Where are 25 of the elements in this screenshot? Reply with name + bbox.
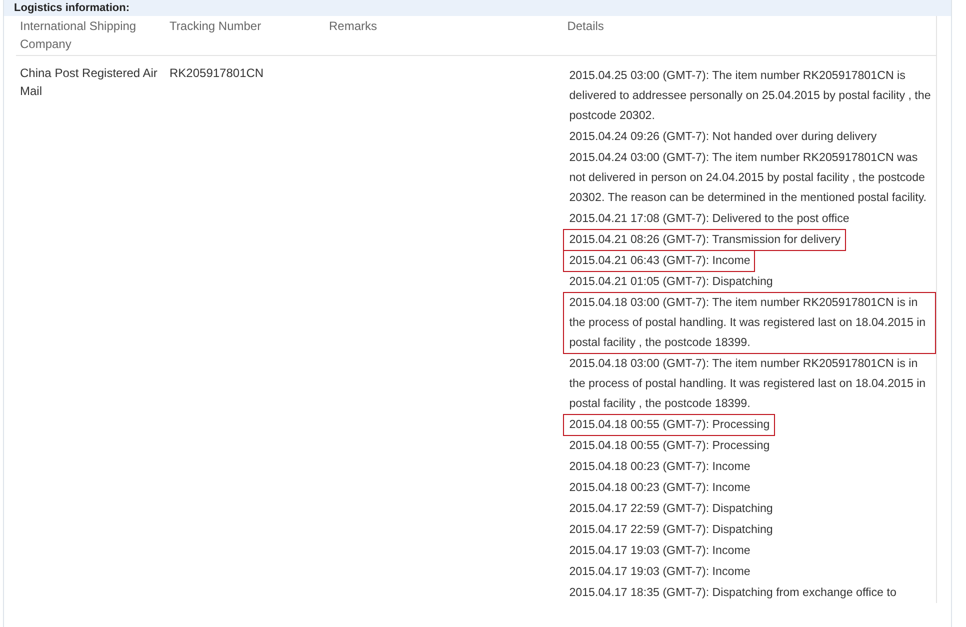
tracking-event: 2015.04.17 22:59 (GMT-7): Dispatching xyxy=(568,522,774,538)
section-title: Logistics information: xyxy=(14,2,130,14)
tracking-event: 2015.04.21 06:43 (GMT-7): Income xyxy=(563,250,756,272)
tracking-event: 2015.04.24 03:00 (GMT-7): The item number RK205917801CN was not delivered in person on 24.04.2015 by postal facility , the postcode 20302. The reason can be determined in the mentioned postal facility. xyxy=(568,150,928,206)
tracking-event: 2015.04.18 03:00 (GMT-7): The item number RK205917801CN is in the process of postal handling. It was registered last on 18.04.2015 in postal facility , the postcode 18399. xyxy=(568,356,927,412)
tracking-event: 2015.04.21 08:26 (GMT-7): Transmission for delivery xyxy=(563,229,846,251)
table-cell-text: China Post Registered Air Mail xyxy=(19,65,158,100)
tracking-event: 2015.04.17 22:59 (GMT-7): Dispatching xyxy=(568,501,774,517)
table-cell-text: RK205917801CN xyxy=(168,65,265,82)
tracking-event: 2015.04.17 18:35 (GMT-7): Dispatching from exchange office to xyxy=(568,585,898,601)
tracking-event: 2015.04.25 03:00 (GMT-7): The item number RK205917801CN is delivered to addressee personally on 25.04.2015 by postal facility , the postcode 20302. xyxy=(568,68,932,124)
tracking-event: 2015.04.18 00:23 (GMT-7): Income xyxy=(568,459,752,475)
tracking-event: 2015.04.24 09:26 (GMT-7): Not handed over during delivery xyxy=(568,129,878,145)
tracking-event: 2015.04.18 03:00 (GMT-7): The item number RK205917801CN is in the process of postal handling. It was registered last on 18.04.2015 in postal facility , the postcode 18399. xyxy=(563,292,936,354)
tracking-event: 2015.04.18 00:23 (GMT-7): Income xyxy=(568,480,752,496)
tracking-event: 2015.04.18 00:55 (GMT-7): Processing xyxy=(563,414,775,436)
tracking-event: 2015.04.18 00:55 (GMT-7): Processing xyxy=(568,438,771,454)
column-header: Tracking Number xyxy=(168,18,262,35)
tracking-event: 2015.04.21 01:05 (GMT-7): Dispatching xyxy=(568,274,774,290)
tracking-event: 2015.04.21 17:08 (GMT-7): Delivered to the post office xyxy=(568,211,850,227)
tracking-event: 2015.04.17 19:03 (GMT-7): Income xyxy=(568,543,752,559)
tracking-event: 2015.04.17 19:03 (GMT-7): Income xyxy=(568,564,752,580)
column-header: Remarks xyxy=(328,18,378,35)
column-header: Details xyxy=(566,18,605,35)
column-header: International Shipping Company xyxy=(19,18,138,53)
